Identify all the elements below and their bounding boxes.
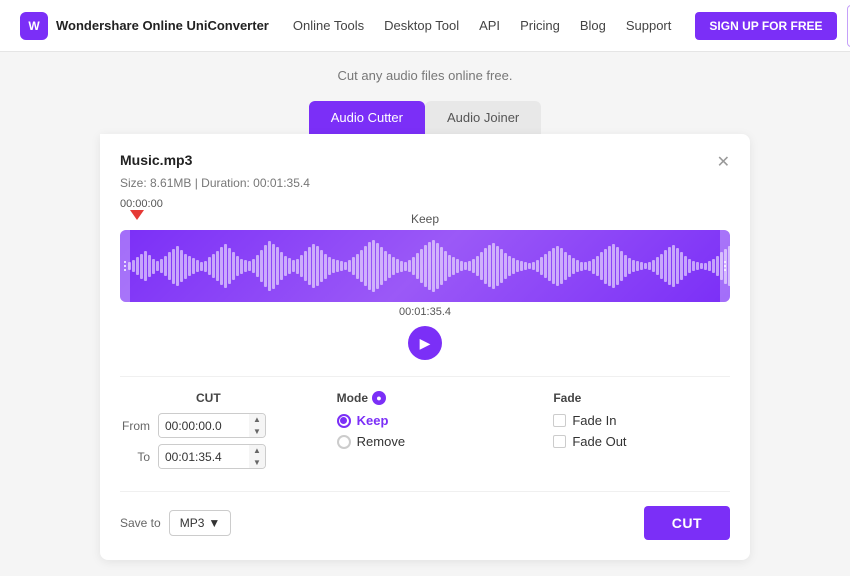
from-spinner[interactable]: ▲ ▼ bbox=[249, 414, 265, 437]
radio-remove-label: Remove bbox=[357, 434, 405, 449]
to-spinner[interactable]: ▲ ▼ bbox=[249, 445, 265, 468]
radio-remove[interactable]: Remove bbox=[337, 434, 514, 449]
nav-online-tools[interactable]: Online Tools bbox=[293, 18, 364, 33]
format-select[interactable]: MP3 ▼ bbox=[169, 510, 232, 536]
card-footer: Save to MP3 ▼ CUT bbox=[120, 491, 730, 540]
waveform-handle-right[interactable] bbox=[720, 230, 730, 302]
to-up[interactable]: ▲ bbox=[249, 445, 265, 457]
radio-keep-inner bbox=[340, 417, 347, 424]
logo[interactable]: W Wondershare Online UniConverter bbox=[20, 12, 269, 40]
to-down[interactable]: ▼ bbox=[249, 457, 265, 469]
page-subtitle: Cut any audio files online free. bbox=[338, 68, 513, 83]
close-button[interactable]: ✕ bbox=[717, 152, 730, 172]
fade-section: Fade Fade In Fade Out bbox=[553, 391, 730, 455]
tab-audio-joiner[interactable]: Audio Joiner bbox=[425, 101, 541, 134]
fade-in-checkbox[interactable] bbox=[553, 414, 566, 427]
navbar: W Wondershare Online UniConverter Online… bbox=[0, 0, 850, 52]
play-btn-row: ▶ bbox=[120, 326, 730, 360]
to-label: To bbox=[120, 450, 150, 464]
waveform-container: 00:00:00 Keep bbox=[120, 198, 730, 318]
from-up[interactable]: ▲ bbox=[249, 414, 265, 426]
login-button[interactable]: LOG IN bbox=[847, 5, 850, 47]
from-label: From bbox=[120, 419, 150, 433]
nav-api[interactable]: API bbox=[479, 18, 500, 33]
signup-button[interactable]: SIGN UP FOR FREE bbox=[695, 12, 836, 40]
nav-desktop-tool[interactable]: Desktop Tool bbox=[384, 18, 459, 33]
waveform-bars bbox=[128, 230, 722, 302]
nav-actions: SIGN UP FOR FREE LOG IN 🔍 bbox=[695, 5, 850, 47]
mode-section: Mode ● Keep Remove bbox=[337, 391, 514, 455]
file-meta: Size: 8.61MB | Duration: 00:01:35.4 bbox=[120, 176, 730, 190]
radio-keep-circle[interactable] bbox=[337, 414, 351, 428]
fade-out-label: Fade Out bbox=[572, 434, 626, 449]
cut-section: CUT From ▲ ▼ To bbox=[120, 391, 297, 475]
start-time-label: 00:00:00 bbox=[120, 198, 730, 210]
save-to-row: Save to MP3 ▼ bbox=[120, 510, 231, 536]
logo-text: Wondershare Online UniConverter bbox=[56, 18, 269, 33]
format-value: MP3 bbox=[180, 516, 205, 530]
tab-audio-cutter[interactable]: Audio Cutter bbox=[309, 101, 425, 134]
format-dropdown-icon: ▼ bbox=[208, 516, 220, 530]
controls-row: CUT From ▲ ▼ To bbox=[120, 376, 730, 475]
to-input[interactable] bbox=[159, 446, 249, 468]
file-header: Music.mp3 ✕ bbox=[120, 152, 730, 172]
keep-label: Keep bbox=[120, 212, 730, 226]
from-row: From ▲ ▼ bbox=[120, 413, 297, 438]
fade-out-checkbox[interactable] bbox=[553, 435, 566, 448]
from-down[interactable]: ▼ bbox=[249, 426, 265, 438]
fade-in-label: Fade In bbox=[572, 413, 616, 428]
file-name: Music.mp3 bbox=[120, 152, 192, 168]
tabs-row: Audio Cutter Audio Joiner bbox=[309, 101, 542, 134]
duration-label: 00:01:35.4 bbox=[120, 306, 730, 318]
nav-support[interactable]: Support bbox=[626, 18, 672, 33]
fade-out-row[interactable]: Fade Out bbox=[553, 434, 730, 449]
from-input[interactable] bbox=[159, 415, 249, 437]
mode-title-row: Mode ● bbox=[337, 391, 514, 405]
to-row: To ▲ ▼ bbox=[120, 444, 297, 469]
to-input-wrap[interactable]: ▲ ▼ bbox=[158, 444, 266, 469]
radio-remove-circle[interactable] bbox=[337, 435, 351, 449]
play-button[interactable]: ▶ bbox=[408, 326, 442, 360]
cut-button[interactable]: CUT bbox=[644, 506, 730, 540]
radio-keep-label: Keep bbox=[357, 413, 389, 428]
from-input-wrap[interactable]: ▲ ▼ bbox=[158, 413, 266, 438]
waveform-handle-left[interactable] bbox=[120, 230, 130, 302]
waveform-track[interactable] bbox=[120, 230, 730, 302]
cut-title: CUT bbox=[120, 391, 297, 405]
mode-title: Mode bbox=[337, 391, 368, 405]
nav-links: Online Tools Desktop Tool API Pricing Bl… bbox=[293, 18, 672, 33]
mode-info-icon[interactable]: ● bbox=[372, 391, 386, 405]
nav-blog[interactable]: Blog bbox=[580, 18, 606, 33]
fade-in-row[interactable]: Fade In bbox=[553, 413, 730, 428]
logo-icon: W bbox=[20, 12, 48, 40]
nav-pricing[interactable]: Pricing bbox=[520, 18, 560, 33]
page-content: Cut any audio files online free. Audio C… bbox=[0, 52, 850, 576]
fade-title: Fade bbox=[553, 391, 730, 405]
save-to-label: Save to bbox=[120, 516, 161, 530]
main-card: Music.mp3 ✕ Size: 8.61MB | Duration: 00:… bbox=[100, 134, 750, 560]
radio-keep[interactable]: Keep bbox=[337, 413, 514, 428]
